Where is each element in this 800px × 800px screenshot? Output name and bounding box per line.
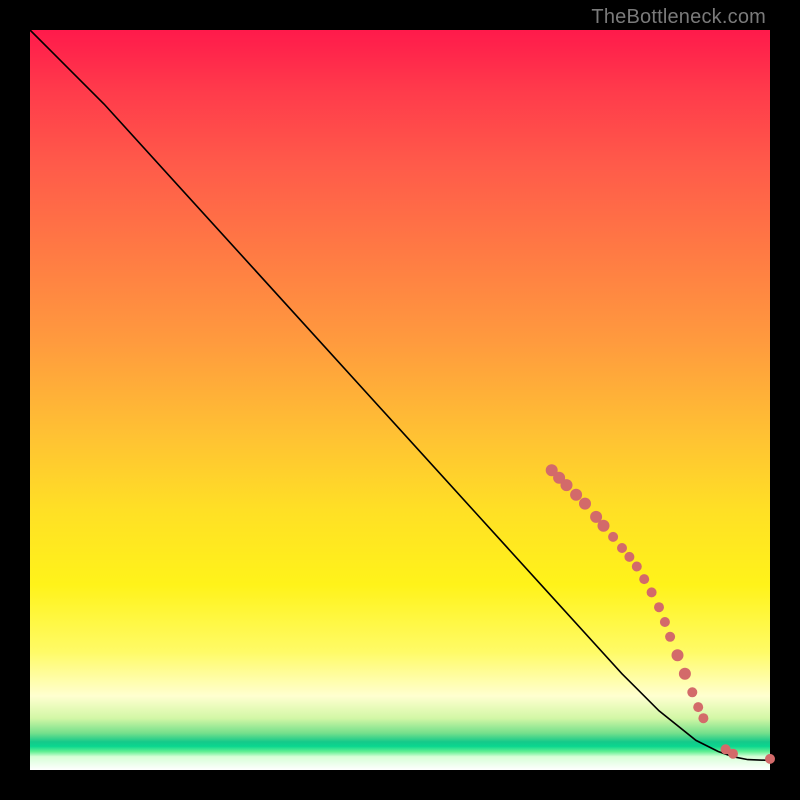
data-curve: [30, 30, 770, 760]
data-point: [570, 489, 582, 501]
data-point: [698, 713, 708, 723]
data-point: [608, 532, 618, 542]
attribution-text: TheBottleneck.com: [591, 6, 766, 29]
chart-frame: TheBottleneck.com: [0, 0, 800, 800]
data-point: [693, 702, 703, 712]
chart-overlay: [30, 30, 770, 770]
data-point: [679, 668, 691, 680]
plot-area: [30, 30, 770, 770]
data-point: [624, 552, 634, 562]
data-point: [579, 498, 591, 510]
data-point: [647, 587, 657, 597]
data-point: [687, 687, 697, 697]
data-point: [561, 479, 573, 491]
data-point: [654, 602, 664, 612]
data-markers: [546, 464, 775, 764]
data-point: [728, 749, 738, 759]
data-point: [617, 543, 627, 553]
data-point: [598, 520, 610, 532]
data-point: [639, 574, 649, 584]
data-point: [632, 562, 642, 572]
data-point: [672, 649, 684, 661]
data-point: [765, 754, 775, 764]
data-point: [665, 632, 675, 642]
data-point: [660, 617, 670, 627]
